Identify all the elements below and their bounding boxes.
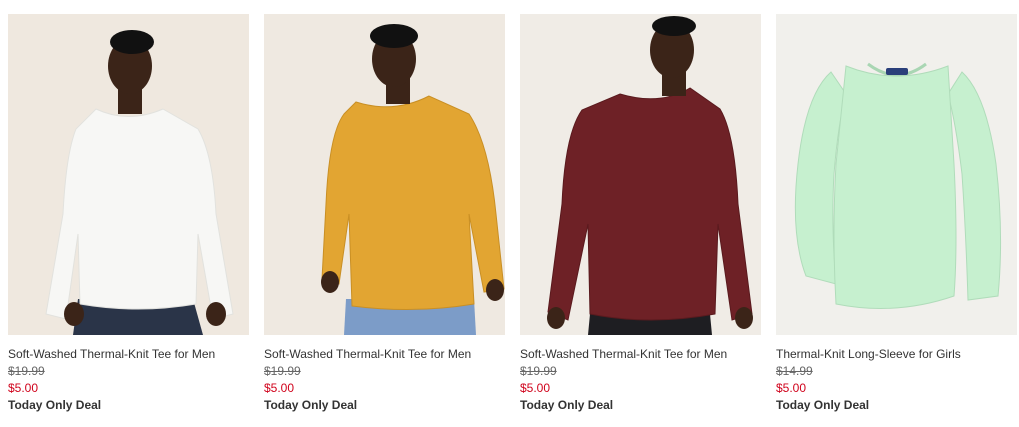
original-price: $14.99 bbox=[776, 364, 813, 378]
product-name[interactable]: Soft-Washed Thermal-Knit Tee for Men bbox=[520, 346, 761, 362]
product-image[interactable] bbox=[264, 14, 505, 335]
deal-badge: Today Only Deal bbox=[520, 398, 614, 412]
product-name[interactable]: Soft-Washed Thermal-Knit Tee for Men bbox=[264, 346, 505, 362]
product-card[interactable]: Soft-Washed Thermal-Knit Tee for Men $19… bbox=[520, 14, 761, 413]
original-price: $19.99 bbox=[8, 364, 45, 378]
deal-badge: Today Only Deal bbox=[8, 398, 102, 412]
original-price: $19.99 bbox=[520, 364, 557, 378]
product-image[interactable] bbox=[520, 14, 761, 335]
product-card[interactable]: Soft-Washed Thermal-Knit Tee for Men $19… bbox=[264, 14, 505, 413]
sale-price: $5.00 bbox=[520, 381, 551, 395]
original-price: $19.99 bbox=[264, 364, 301, 378]
sale-price: $5.00 bbox=[8, 381, 39, 395]
deal-badge: Today Only Deal bbox=[776, 398, 870, 412]
product-image[interactable] bbox=[776, 14, 1017, 335]
product-grid: Soft-Washed Thermal-Knit Tee for Men $19… bbox=[0, 0, 1019, 427]
product-name[interactable]: Thermal-Knit Long-Sleeve for Girls bbox=[776, 346, 1017, 362]
deal-badge: Today Only Deal bbox=[264, 398, 358, 412]
product-image[interactable] bbox=[8, 14, 249, 335]
sale-price: $5.00 bbox=[264, 381, 295, 395]
product-card[interactable]: Soft-Washed Thermal-Knit Tee for Men $19… bbox=[8, 14, 249, 413]
sale-price: $5.00 bbox=[776, 381, 807, 395]
product-card[interactable]: Thermal-Knit Long-Sleeve for Girls $14.9… bbox=[776, 14, 1017, 413]
product-name[interactable]: Soft-Washed Thermal-Knit Tee for Men bbox=[8, 346, 249, 362]
